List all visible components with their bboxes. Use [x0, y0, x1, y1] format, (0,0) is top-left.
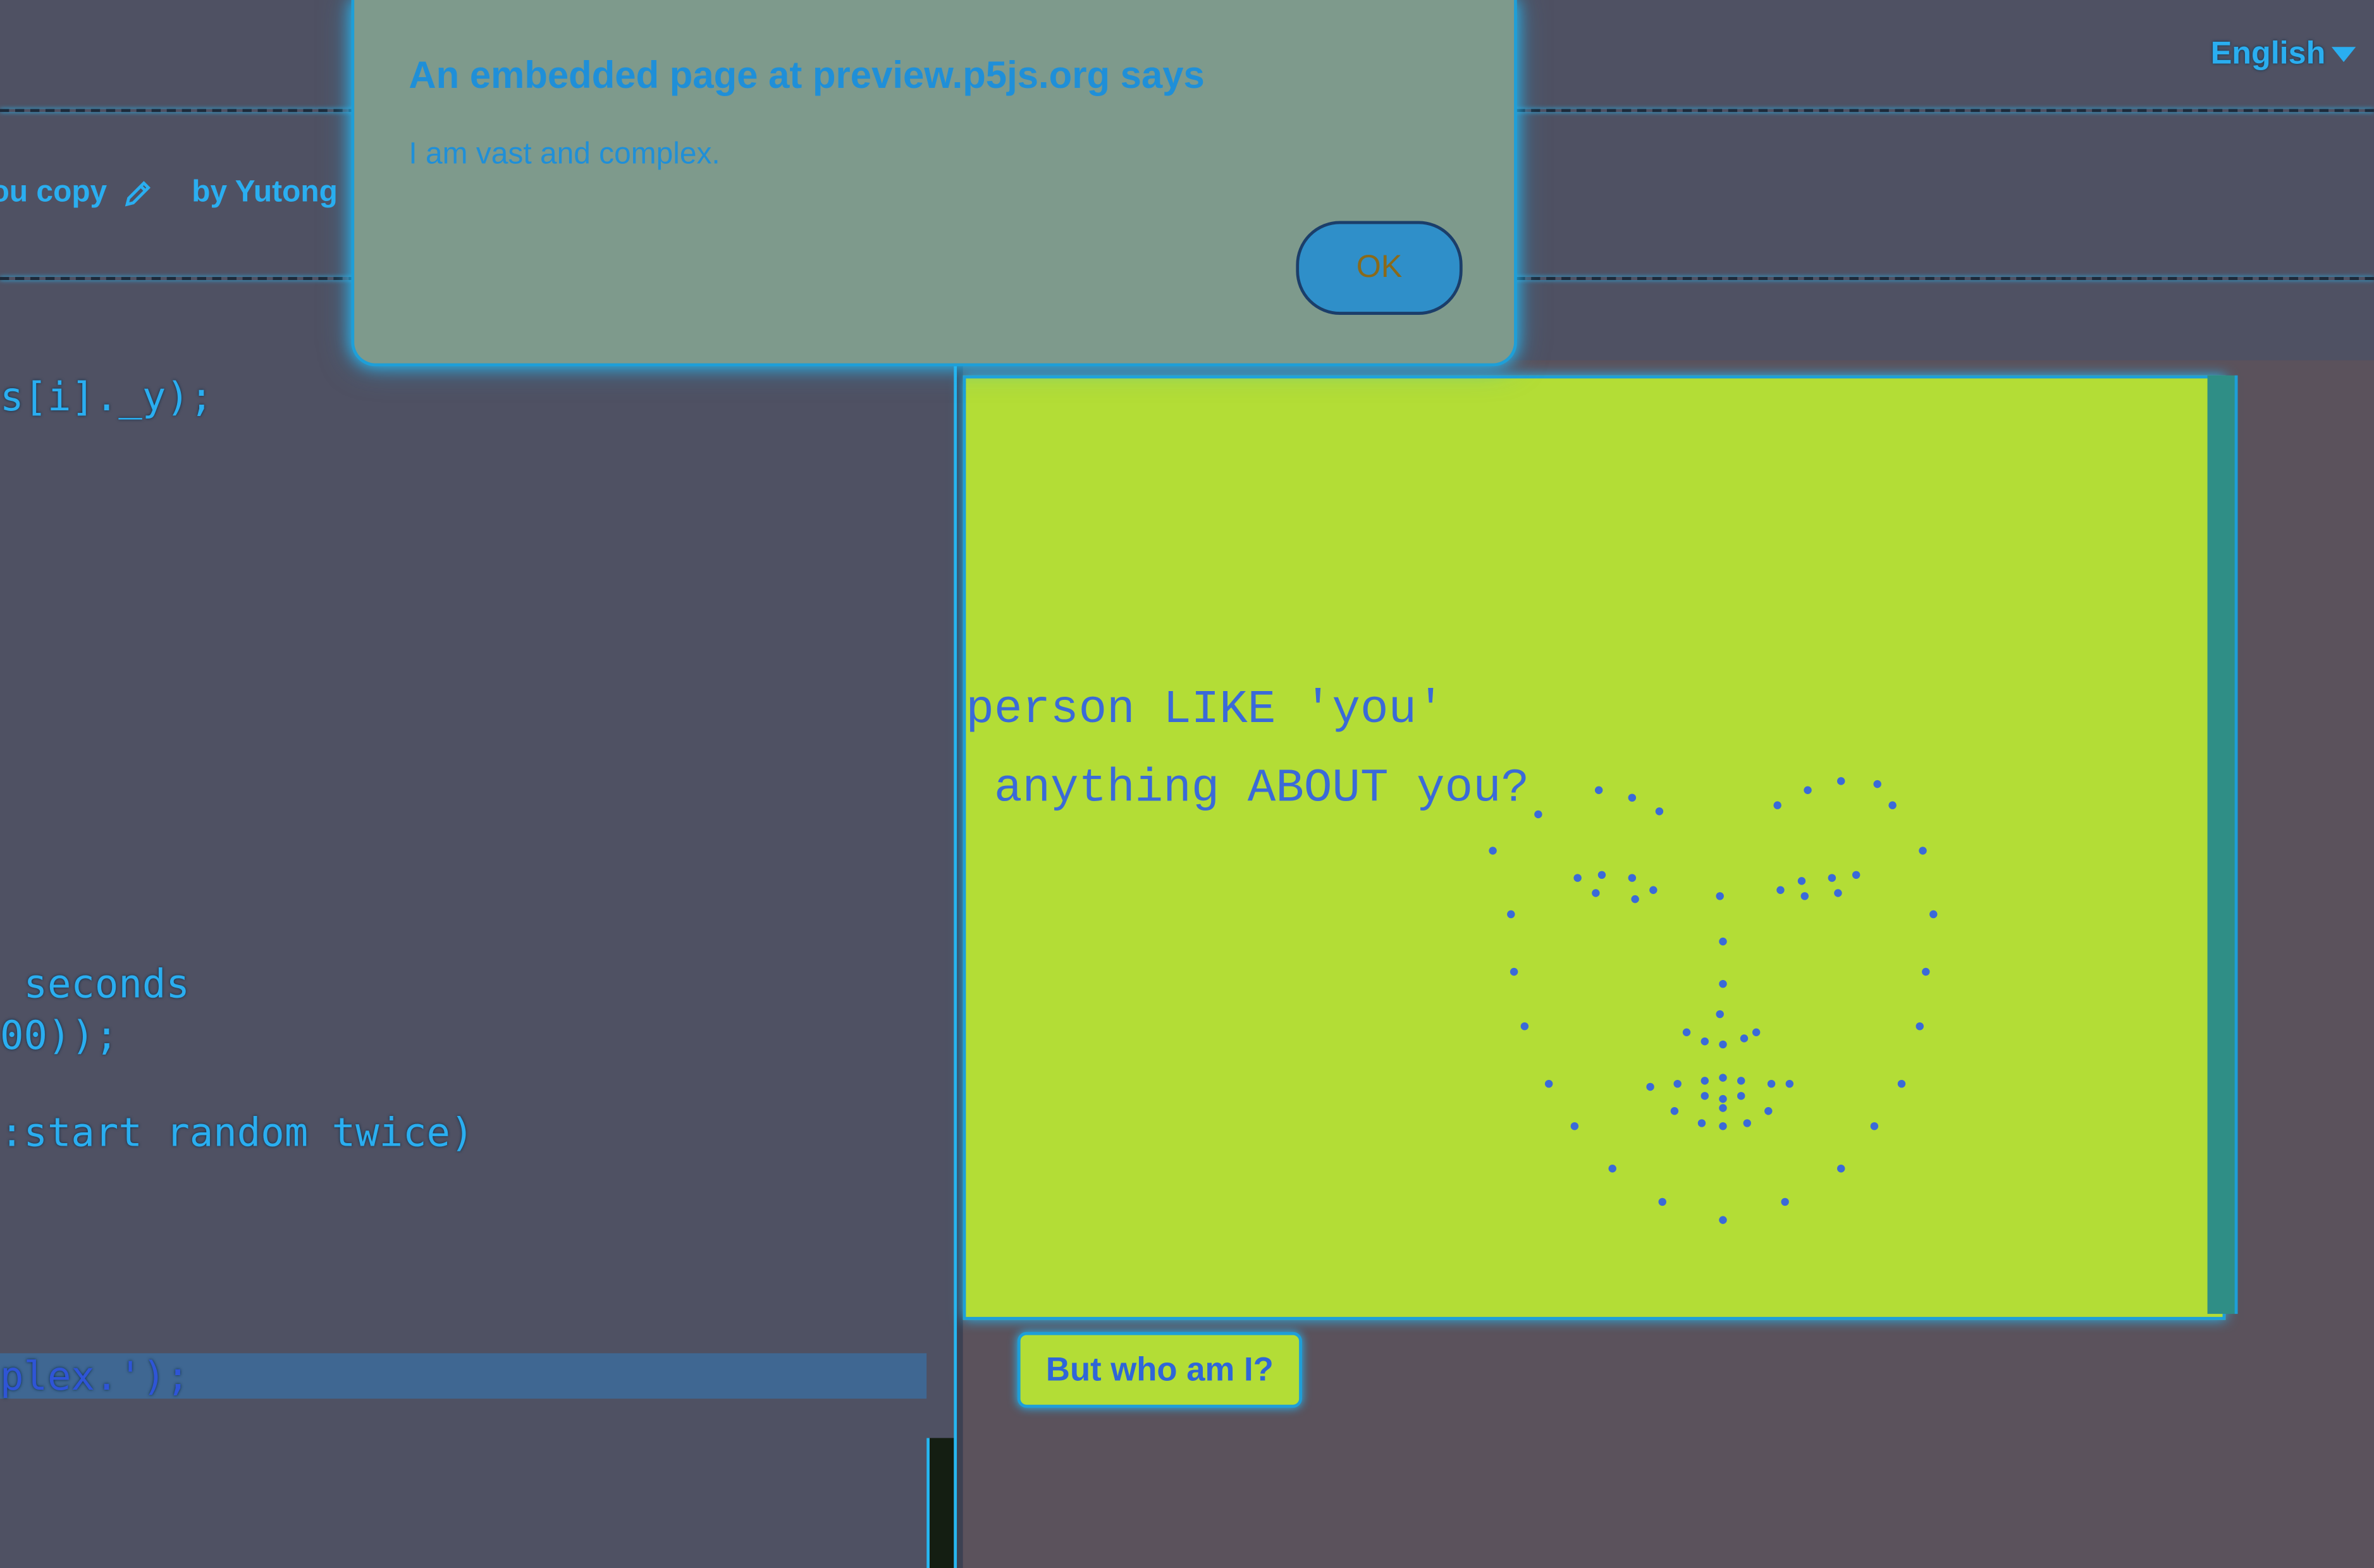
- landmark-dot: [1852, 871, 1860, 879]
- landmark-dot: [1737, 1077, 1745, 1085]
- alert-dialog: An embedded page at preview.p5js.org say…: [351, 0, 1517, 367]
- landmark-dot: [1670, 1107, 1679, 1115]
- landmark-dot: [1510, 967, 1518, 976]
- landmark-dot: [1628, 793, 1637, 802]
- landmark-dot: [1507, 910, 1515, 919]
- landmark-dot: [1719, 937, 1727, 946]
- landmark-dot: [1873, 780, 1881, 788]
- landmark-dot: [1592, 889, 1600, 897]
- dialog-title: An embedded page at preview.p5js.org say…: [409, 54, 1205, 97]
- landmark-dot: [1658, 1197, 1666, 1206]
- landmark-dot: [1716, 1010, 1724, 1019]
- landmark-dot: [1570, 1122, 1579, 1130]
- landmark-dot: [1800, 892, 1809, 900]
- landmark-dot: [1804, 786, 1812, 794]
- landmark-dot: [1701, 1077, 1709, 1085]
- landmark-dot: [1719, 979, 1727, 988]
- landmark-dot: [1489, 847, 1497, 855]
- landmark-dot: [1929, 910, 1938, 919]
- screen: English ou copy by Yutong s[i]._y); seco…: [0, 0, 2374, 1568]
- landmark-dot: [1631, 895, 1639, 903]
- landmark-dot: [1776, 886, 1785, 894]
- landmark-dot: [1785, 1079, 1794, 1088]
- face-landmarks: [1489, 777, 1938, 1224]
- landmark-dot: [1870, 1122, 1879, 1130]
- landmark-dot: [1716, 892, 1724, 900]
- landmark-dot: [1597, 871, 1606, 879]
- landmark-dot: [1737, 1092, 1745, 1100]
- landmark-dot: [1719, 1094, 1727, 1103]
- chevron-down-icon: [2331, 47, 2356, 63]
- landmark-dot: [1919, 847, 1927, 855]
- landmark-dot: [1834, 889, 1842, 897]
- app-window: English ou copy by Yutong s[i]._y); seco…: [0, 0, 2374, 1568]
- landmark-dot: [1897, 1079, 1906, 1088]
- who-am-i-button[interactable]: But who am I?: [1017, 1332, 1302, 1408]
- landmark-dot: [1608, 1165, 1616, 1173]
- code-line: seconds: [0, 962, 190, 1008]
- code-line: 00));: [0, 1014, 119, 1060]
- landmark-dot: [1837, 777, 1845, 785]
- landmark-dot: [1646, 1082, 1654, 1091]
- code-editor[interactable]: s[i]._y); seconds 00)); :start random tw…: [0, 360, 960, 1568]
- landmark-dot: [1719, 1104, 1727, 1112]
- author-label[interactable]: by Yutong: [192, 176, 338, 211]
- landmark-dot: [1764, 1107, 1773, 1115]
- code-line: :start random twice): [0, 1111, 474, 1157]
- code-line: plex.');: [0, 1354, 190, 1400]
- landmark-dot: [1697, 1119, 1706, 1127]
- landmark-dot: [1828, 874, 1836, 882]
- landmark-dot: [1719, 1074, 1727, 1082]
- landmark-dot: [1649, 886, 1657, 894]
- project-name[interactable]: ou copy: [0, 176, 107, 211]
- landmark-dot: [1701, 1092, 1709, 1100]
- language-label: English: [2210, 36, 2326, 71]
- landmark-dot: [1520, 1022, 1529, 1031]
- landmark-dot: [1628, 874, 1637, 882]
- landmark-dot: [1740, 1034, 1749, 1043]
- landmark-dot: [1916, 1022, 1924, 1031]
- landmark-dot: [1888, 801, 1897, 809]
- landmark-dot: [1573, 874, 1582, 882]
- landmark-dot: [1797, 877, 1806, 885]
- landmark-dot: [1837, 1165, 1845, 1173]
- landmark-dot: [1719, 1216, 1727, 1224]
- canvas-edge-strip: [2207, 375, 2238, 1314]
- landmark-dot: [1773, 801, 1781, 809]
- landmark-dot: [1767, 1079, 1776, 1088]
- preview-pane: person LIKE 'you' anything ABOUT you? Bu…: [963, 360, 2374, 1568]
- landmark-dot: [1743, 1119, 1752, 1127]
- landmark-dot: [1719, 1122, 1727, 1130]
- landmark-dot: [1534, 810, 1542, 819]
- landmark-dot: [1922, 967, 1930, 976]
- pencil-icon[interactable]: [122, 178, 152, 208]
- landmark-dot: [1594, 786, 1603, 794]
- landmark-dot: [1655, 807, 1664, 816]
- landmark-dot: [1701, 1037, 1709, 1046]
- language-selector[interactable]: English: [2211, 36, 2356, 72]
- sketch-canvas[interactable]: person LIKE 'you' anything ABOUT you?: [963, 375, 2226, 1320]
- ok-button[interactable]: OK: [1296, 221, 1463, 315]
- landmark-dot: [1544, 1079, 1553, 1088]
- landmark-dot: [1752, 1028, 1761, 1037]
- landmark-dot: [1682, 1028, 1691, 1037]
- code-line: s[i]._y);: [0, 375, 214, 421]
- landmark-dot: [1781, 1197, 1789, 1206]
- landmark-dot: [1673, 1079, 1682, 1088]
- dialog-message: I am vast and complex.: [409, 137, 720, 171]
- project-title-bar: ou copy by Yutong: [0, 176, 338, 211]
- landmark-dot: [1719, 1040, 1727, 1049]
